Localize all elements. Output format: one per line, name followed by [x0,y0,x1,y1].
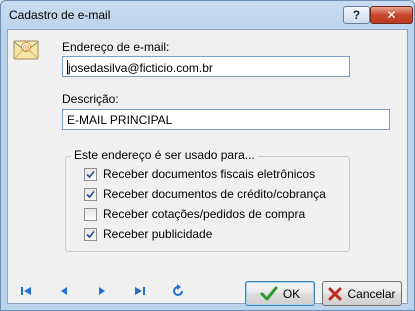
help-label: ? [352,8,361,22]
first-record-icon [21,287,31,295]
first-record-button[interactable] [15,282,37,300]
help-button[interactable]: ? [343,6,370,24]
envelope-icon: @ [13,40,39,60]
refresh-icon [173,284,183,296]
dialog-body: @ Endereço de e-mail: josedasilva@fictic… [7,29,408,306]
email-label: Endereço de e-mail: [62,40,170,54]
option-advertising[interactable]: Receber publicidade [84,226,212,242]
description-field[interactable]: E-MAIL PRINCIPAL [62,109,390,130]
option-label: Receber documentos de crédito/cobrança [103,187,326,201]
checkbox-fiscal-documents[interactable] [84,167,97,181]
check-icon [260,286,278,300]
previous-record-icon [61,287,67,295]
dialog-window: Cadastro de e-mail ? ✕ @ Endereço de e-m… [0,0,415,311]
cancel-button[interactable]: Cancelar [322,281,402,306]
option-fiscal-documents[interactable]: Receber documentos fiscais eletrônicos [84,166,315,182]
svg-text:@: @ [23,44,30,52]
title-bar[interactable]: Cadastro de e-mail ? ✕ [1,1,414,29]
previous-record-button[interactable] [53,282,75,300]
description-value: E-MAIL PRINCIPAL [67,113,173,127]
window-title: Cadastro de e-mail [9,8,111,22]
email-value: josedasilva@ficticio.com.br [68,61,213,75]
checkmark-icon [86,170,95,178]
checkbox-quotes-orders[interactable] [84,207,97,221]
ok-button[interactable]: OK [245,281,315,306]
next-record-button[interactable] [91,282,113,300]
next-record-icon [99,287,105,295]
option-credit-documents[interactable]: Receber documentos de crédito/cobrança [84,186,326,202]
option-label: Receber cotações/pedidos de compra [103,207,306,221]
checkbox-credit-documents[interactable] [84,187,97,201]
email-field[interactable]: josedasilva@ficticio.com.br [62,56,350,77]
cancel-x-icon [328,287,342,300]
refresh-button[interactable] [167,282,189,300]
checkmark-icon [86,190,95,198]
description-label: Descrição: [62,92,119,106]
ok-label: OK [282,286,301,301]
close-button[interactable]: ✕ [370,6,413,24]
option-quotes-orders[interactable]: Receber cotações/pedidos de compra [84,206,305,222]
usage-group-title: Este endereço é ser usado para... [71,148,258,162]
checkmark-icon [86,230,95,238]
option-label: Receber documentos fiscais eletrônicos [103,167,316,181]
last-record-icon [135,287,145,295]
option-label: Receber publicidade [103,227,213,241]
close-icon: ✕ [386,8,397,22]
cancel-label: Cancelar [347,286,396,301]
last-record-button[interactable] [129,282,151,300]
checkbox-advertising[interactable] [84,227,97,241]
